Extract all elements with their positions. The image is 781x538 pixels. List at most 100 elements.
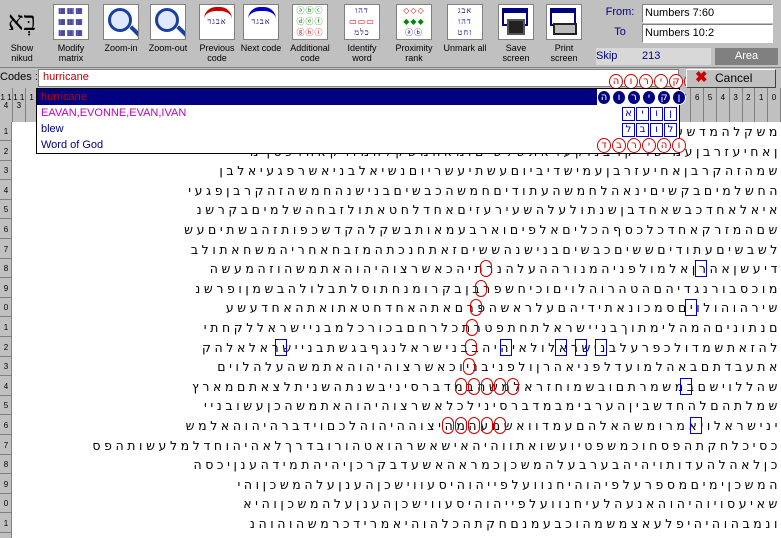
code-letter-circle — [480, 260, 492, 278]
matrix-row: ינישראלויאמרומשהאלהםעמדוואשמעהמהיצוההיהו… — [185, 418, 781, 433]
matrix-row: לשבשיםעתודיםששיםכבשיםבנישנהששיםזאתחנכתהמ… — [190, 241, 781, 257]
unmark-all-button[interactable]: אבג דהו זחט Unmark all — [442, 0, 488, 68]
code-letter-circle — [475, 279, 487, 297]
dropdown-hebrew-letter: י — [636, 107, 649, 121]
dropdown-item-label: hurricane — [41, 91, 87, 103]
code-letter-circle — [494, 417, 506, 434]
code-letter-circle — [455, 417, 467, 434]
code-letter-circle — [481, 377, 493, 395]
matrix-row: שאיעסויוהיהוהאנעהלעיחנוועלפייהוהיסעווישכ… — [243, 496, 781, 512]
previous-code-button[interactable]: אבגד Previous code — [194, 0, 240, 68]
additional-code-label: Additional code — [290, 43, 330, 63]
dropdown-hebrew-letter: ן — [664, 107, 677, 121]
area-button[interactable]: Area — [715, 48, 778, 65]
matrix-grid-icon: ▦▦▦ ▦▦▦ ▦▦▦ — [53, 4, 89, 40]
matrix-row: שמהזהקרבןאחיעזרבןעמישדיביוםעשתיעשריוםנשי… — [219, 163, 781, 179]
code-letter-circle — [470, 299, 482, 317]
cancel-label: Cancel — [715, 71, 753, 85]
matrix-row: החשלמיםבקשיםינאהלחמשהעתודיםחמשהכבשיםבניש… — [188, 182, 781, 198]
matrix-row: כןלאהלהעדותויהיהבערבעלהמשכןכמראהאשעדבקרכ… — [193, 457, 781, 473]
column-number: 1 — [755, 88, 769, 122]
code-letter-box — [555, 338, 567, 356]
row-number: 5 — [0, 200, 12, 220]
dropdown-hebrew-letter: ל — [664, 123, 677, 137]
print-screen-button[interactable]: Print screen — [541, 0, 587, 68]
dropdown-hebrew-letter: ב — [636, 123, 649, 137]
zoom-out-button[interactable]: Zoom-out — [145, 0, 191, 68]
toolbar: בְּא Show nikud ▦▦▦ ▦▦▦ ▦▦▦ Modify matrix … — [0, 0, 781, 68]
from-label: From: — [605, 6, 635, 18]
modify-matrix-button[interactable]: ▦▦▦ ▦▦▦ ▦▦▦ Modify matrix — [48, 0, 94, 68]
save-disk-icon — [498, 4, 534, 40]
dropdown-hebrew-letter: ו — [672, 138, 686, 153]
dropdown-item[interactable]: blew ל ב ו ל — [37, 121, 677, 137]
code-letter-box — [695, 260, 707, 278]
code-letter-box — [690, 417, 702, 434]
proximity-rank-label: Proximity rank — [395, 43, 433, 63]
dropdown-item[interactable]: hurricane ה ו ר י ק ן — [37, 89, 686, 105]
identify-word-icon: דהו ▭▭▭ כלמ — [344, 4, 380, 40]
from-field[interactable]: Numbers 7:60 — [642, 4, 773, 23]
show-nikud-button[interactable]: בְּא Show nikud — [0, 0, 44, 68]
cancel-button[interactable]: ✖ Cancel — [686, 69, 776, 88]
column-number: 1 1 4 — [0, 88, 13, 122]
row-number: 9 — [0, 475, 12, 494]
skip-value: 213 — [642, 50, 661, 62]
matrix-row: םנתוניםהמהלימתוךבניישראלתחתפטרתכלרחםבכור… — [203, 320, 781, 335]
dropdown-item-label: EAVAN,EVONNE,EVAN,IVAN — [41, 107, 187, 119]
codes-combobox[interactable]: hurricane הוריקן ▼ — [38, 69, 716, 89]
column-number: 2 — [742, 88, 756, 122]
dropdown-item[interactable]: Word of God ד ב ר י ה ו — [37, 137, 686, 153]
identify-word-button[interactable]: דהו ▭▭▭ כלמ Identify word — [338, 0, 386, 68]
dropdown-item[interactable]: EAVAN,EVONNE,EVAN,IVAN א י ו ן — [37, 105, 677, 121]
zoom-out-label: Zoom-out — [148, 43, 188, 53]
next-code-label: Next code — [240, 43, 282, 53]
dropdown-item-hebrew: הוריקן — [597, 89, 686, 105]
dropdown-hebrew-letter: ו — [650, 107, 663, 121]
dropdown-hebrew-letter: י — [642, 90, 656, 105]
dropdown-hebrew-letter: ר — [627, 138, 641, 153]
row-number: 9 — [0, 279, 12, 298]
row-number: 2 — [0, 338, 12, 357]
zoom-in-label: Zoom-in — [104, 43, 138, 53]
dropdown-hebrew-letter: ו — [612, 90, 626, 105]
matrix-row: להזאתשמדולכפרעלבנישראלולאיהיהבבנישראלנגף… — [202, 339, 781, 355]
row-number: 2 — [0, 142, 12, 161]
dropdown-hebrew-letter: ן — [672, 90, 686, 105]
row-number: 1 — [0, 318, 12, 337]
row-number: 2 — [0, 534, 12, 538]
zoom-in-button[interactable]: Zoom-in — [98, 0, 144, 68]
row-number: 1 — [0, 122, 12, 141]
column-number: 1 1 3 — [13, 88, 26, 122]
codes-dropdown-list: hurricane ה ו ר י ק ן EAVAN,EVONNE,EVAN,IVAN א י ו… — [36, 88, 686, 154]
code-letter-box — [275, 338, 287, 356]
proximity-rank-button[interactable]: ◇◇◇ ◆◆◆ ⓐⓑ Proximity rank — [389, 0, 439, 68]
code-letter-box — [575, 338, 587, 356]
print-screen-label: Print screen — [550, 43, 578, 63]
column-number: 5 — [704, 88, 717, 122]
unmark-all-icon: אבג דהו זחט — [447, 4, 483, 40]
codes-bar: Codes : hurricane הוריקן ▼ ✖ Cancel — [0, 68, 781, 89]
code-letter: ה — [609, 74, 623, 89]
row-number: 8 — [0, 259, 12, 279]
code-letter-circle — [494, 377, 506, 395]
to-field[interactable]: Numbers 10:2 — [642, 24, 773, 43]
code-letter: י — [654, 74, 668, 89]
row-number: 8 — [0, 455, 12, 475]
column-number: 0 — [768, 88, 781, 122]
previous-code-icon: אבגד — [199, 4, 235, 40]
row-header: 1234567890123456789012 — [0, 122, 12, 538]
dropdown-item-hebrew: לבול — [597, 121, 679, 137]
codes-label: Codes : — [0, 71, 38, 83]
dropdown-item-label: blew — [41, 123, 64, 135]
dropdown-hebrew-letter: ר — [627, 90, 641, 105]
save-screen-button[interactable]: Save screen — [493, 0, 539, 68]
code-letter-circle — [481, 417, 493, 434]
row-number: 3 — [0, 161, 12, 181]
row-number: 7 — [0, 436, 12, 455]
matrix-row: ונמבהוהיהיפלעאצמשמהוכבעמנםחקתהכלהוהיאמרי… — [249, 516, 781, 531]
additional-code-button[interactable]: ⓐⓑⓒ ⓓⓔⓕ ⓖⓗⓘ Additional code — [286, 0, 334, 68]
code-letter-circle — [463, 358, 475, 376]
zoom-out-icon — [150, 4, 186, 40]
next-code-button[interactable]: אבגד Next code — [238, 0, 284, 68]
